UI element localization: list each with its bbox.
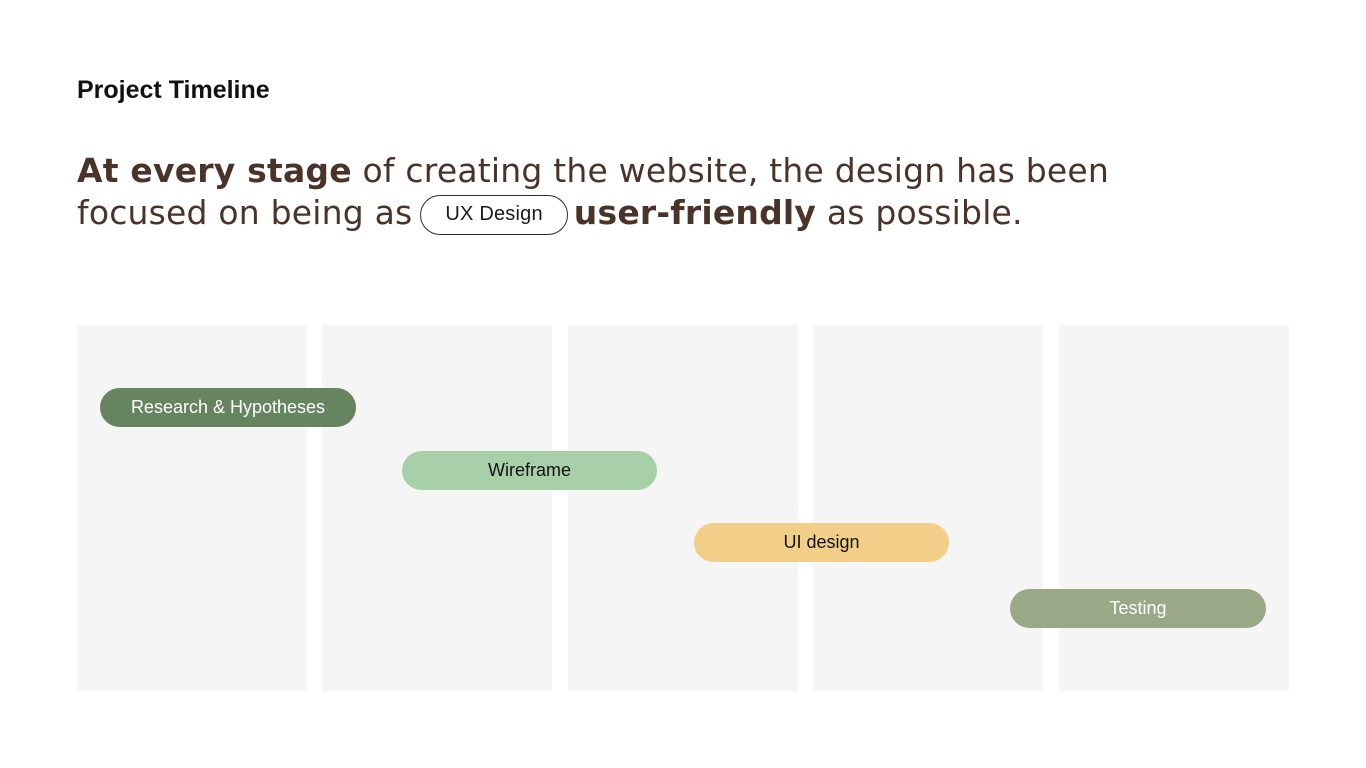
headline-text-1: of creating the website, the design has …	[351, 151, 1109, 190]
task-bar-ui-design: UI design	[694, 523, 949, 562]
timeline-column	[813, 325, 1043, 691]
task-bar-wireframe: Wireframe	[402, 451, 657, 490]
headline-line-1: At every stage of creating the website, …	[77, 150, 1109, 192]
headline-line-2: focused on being as UX Design user-friendl…	[77, 192, 1077, 235]
headline-text-3: as possible.	[816, 193, 1023, 232]
page: Project Timeline At every stage of creat…	[0, 0, 1366, 768]
timeline-column	[1059, 325, 1289, 691]
ux-design-tag: UX Design	[420, 195, 568, 235]
headline-bold-1: At every stage	[77, 151, 352, 190]
task-bar-testing: Testing	[1010, 589, 1266, 628]
timeline-column	[322, 325, 552, 691]
timeline-column	[568, 325, 798, 691]
headline: At every stage of creating the website, …	[77, 150, 1109, 235]
headline-bold-2: user-friendly	[573, 193, 817, 232]
headline-text-2: focused on being as	[77, 193, 413, 232]
page-title: Project Timeline	[77, 76, 270, 104]
timeline-column	[77, 325, 307, 691]
task-bar-research: Research & Hypotheses	[100, 388, 356, 427]
